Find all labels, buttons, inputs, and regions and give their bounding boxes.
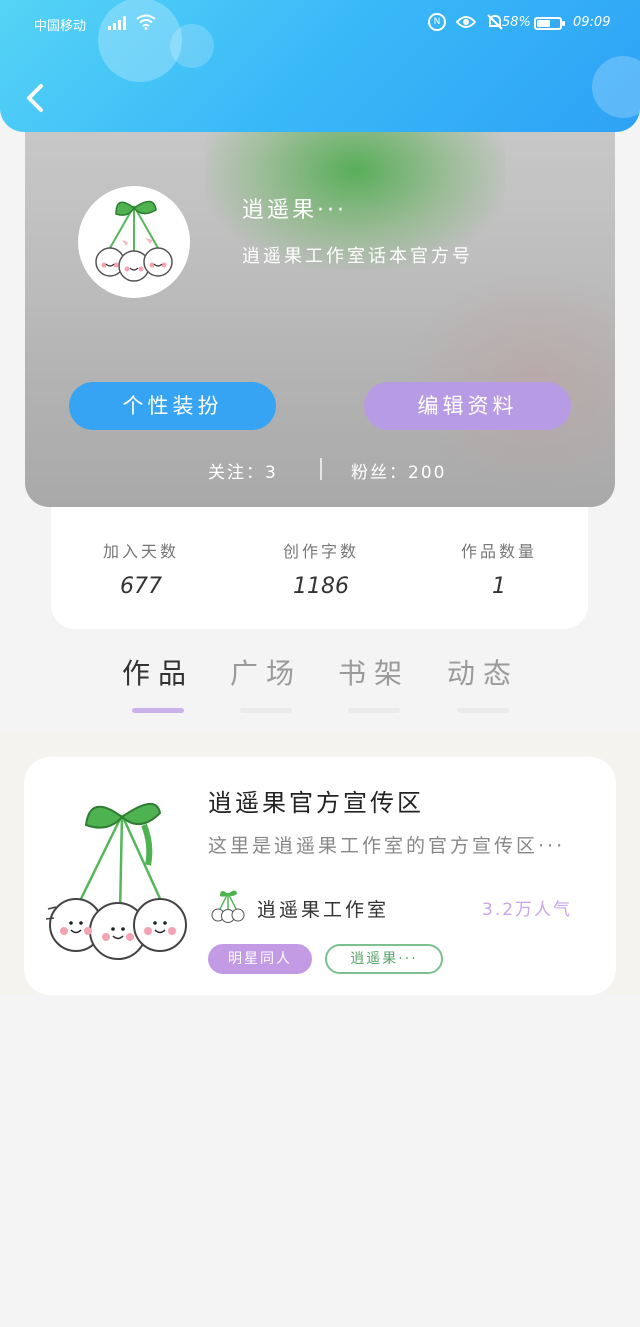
divider bbox=[320, 458, 322, 480]
tab-indicator bbox=[348, 708, 400, 713]
signal-icon bbox=[108, 16, 126, 30]
tab-activity[interactable]: 动态 bbox=[437, 652, 529, 713]
tab-label: 作品 bbox=[121, 657, 194, 690]
stat-word-count: 创作字数 1186 bbox=[251, 538, 391, 599]
back-chevron-icon[interactable] bbox=[22, 80, 52, 116]
follow-stats: 关注：3 粉丝：200 bbox=[25, 458, 615, 483]
battery-icon bbox=[534, 17, 565, 30]
tab-indicator bbox=[132, 708, 184, 713]
background-blur bbox=[405, 270, 615, 490]
stat-label: 作品数量 bbox=[460, 542, 537, 561]
stat-label: 加入天数 bbox=[102, 542, 179, 561]
carrier-text: 中国移动 bbox=[34, 19, 87, 34]
battery-percent: 58% bbox=[502, 15, 531, 30]
status-bar: 中国移动 N 58% 09:09 bbox=[0, 13, 640, 35]
tab-indicator bbox=[240, 708, 292, 713]
work-title: 逍遥果官方宣传区 bbox=[208, 789, 424, 817]
profile-name: 逍遥果··· bbox=[242, 198, 347, 223]
tab-label: 广场 bbox=[229, 657, 302, 690]
work-description: 这里是逍遥果工作室的官方宣传区··· bbox=[208, 835, 566, 857]
tab-square[interactable]: 广场 bbox=[220, 652, 312, 713]
wifi-icon bbox=[136, 14, 156, 30]
tab-bookshelf[interactable]: 书架 bbox=[328, 652, 420, 713]
tab-bar: 作品 广场 书架 动态 bbox=[0, 652, 640, 716]
decor-bubble bbox=[592, 56, 640, 118]
status-time: 09:09 bbox=[573, 15, 611, 30]
cherry-logo-icon bbox=[95, 200, 173, 282]
stat-value: 677 bbox=[120, 574, 162, 599]
tab-indicator bbox=[457, 708, 509, 713]
following-count[interactable]: 关注：3 bbox=[208, 458, 278, 483]
eye-protect-icon bbox=[456, 16, 476, 28]
tag-series[interactable]: 逍遥果··· bbox=[325, 944, 443, 974]
stat-value: 1 bbox=[492, 574, 506, 599]
stat-value: 1186 bbox=[293, 574, 349, 599]
top-header: 中国移动 N 58% 09:09 bbox=[0, 0, 640, 132]
stat-label: 创作字数 bbox=[282, 542, 359, 561]
author-avatar-icon bbox=[211, 890, 245, 923]
stat-join-days: 加入天数 677 bbox=[71, 538, 211, 599]
nfc-icon: N bbox=[428, 13, 446, 31]
edit-profile-button[interactable]: 编辑资料 bbox=[364, 382, 571, 430]
work-card[interactable]: 逍遥果官方宣传区 这里是逍遥果工作室的官方宣传区··· 逍遥果工作室 3.2万人… bbox=[24, 757, 616, 995]
profile-card: 逍遥果··· 逍遥果工作室话本官方号 个性装扮 编辑资料 关注：3 粉丝：200 bbox=[25, 110, 615, 507]
work-cover-image bbox=[45, 803, 187, 960]
tab-label: 书架 bbox=[337, 657, 410, 690]
tab-label: 动态 bbox=[446, 657, 519, 690]
fans-count[interactable]: 粉丝：200 bbox=[351, 458, 446, 483]
popularity-count: 3.2万人气 bbox=[482, 900, 573, 920]
stats-card: 加入天数 677 创作字数 1186 作品数量 1 bbox=[51, 498, 588, 629]
tag-celebrity-fanfic[interactable]: 明星同人 bbox=[208, 944, 312, 974]
profile-bio: 逍遥果工作室话本官方号 bbox=[242, 246, 473, 267]
tab-works[interactable]: 作品 bbox=[112, 652, 204, 713]
author-name[interactable]: 逍遥果工作室 bbox=[257, 895, 389, 922]
avatar[interactable] bbox=[78, 186, 190, 298]
stat-work-count: 作品数量 1 bbox=[429, 538, 569, 599]
dress-up-button[interactable]: 个性装扮 bbox=[69, 382, 276, 430]
